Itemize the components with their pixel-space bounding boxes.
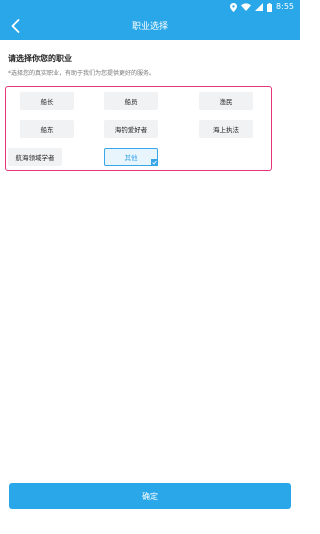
section-heading: 请选择你您的职业 bbox=[8, 54, 72, 63]
status-time: 8:55 bbox=[276, 2, 294, 11]
page-title: 职业选择 bbox=[131, 22, 168, 32]
occupation-option-captain[interactable]: 船长 bbox=[20, 92, 74, 110]
status-icons: 8:55 bbox=[230, 1, 294, 13]
option-label: 船长 bbox=[40, 98, 54, 106]
app-bar: 职业选择 bbox=[0, 14, 300, 40]
check-icon bbox=[151, 159, 158, 166]
occupation-option-maritime-enforcement[interactable]: 海上执法 bbox=[199, 120, 253, 138]
option-label: 航海领域学者 bbox=[15, 154, 55, 162]
signal-icon bbox=[255, 3, 264, 11]
option-label: 渔民 bbox=[219, 98, 233, 106]
option-label: 船东 bbox=[40, 126, 54, 134]
occupation-option-shipowner[interactable]: 船东 bbox=[20, 120, 74, 138]
back-button[interactable] bbox=[4, 16, 26, 38]
option-label: 其他 bbox=[124, 154, 138, 162]
location-icon bbox=[230, 2, 238, 12]
occupation-option-fisherman[interactable]: 渔民 bbox=[199, 92, 253, 110]
occupation-option-nautical-scholar[interactable]: 航海领域学者 bbox=[8, 148, 62, 166]
wifi-icon bbox=[241, 3, 252, 11]
option-label: 船员 bbox=[124, 98, 138, 106]
chevron-left-icon bbox=[11, 18, 20, 37]
status-bar: 8:55 bbox=[0, 0, 300, 14]
occupation-option-crew[interactable]: 船员 bbox=[104, 92, 158, 110]
battery-icon bbox=[267, 2, 273, 12]
occupation-option-sea-angler[interactable]: 海钓爱好者 bbox=[104, 120, 158, 138]
occupation-option-other[interactable]: 其他 bbox=[104, 148, 158, 166]
confirm-button[interactable]: 确定 bbox=[9, 483, 291, 509]
hint-text: *选择您的真实职业，有助于我们为您提供更好的服务。 bbox=[8, 70, 156, 77]
option-label: 海上执法 bbox=[213, 126, 239, 134]
option-label: 海钓爱好者 bbox=[114, 126, 148, 134]
